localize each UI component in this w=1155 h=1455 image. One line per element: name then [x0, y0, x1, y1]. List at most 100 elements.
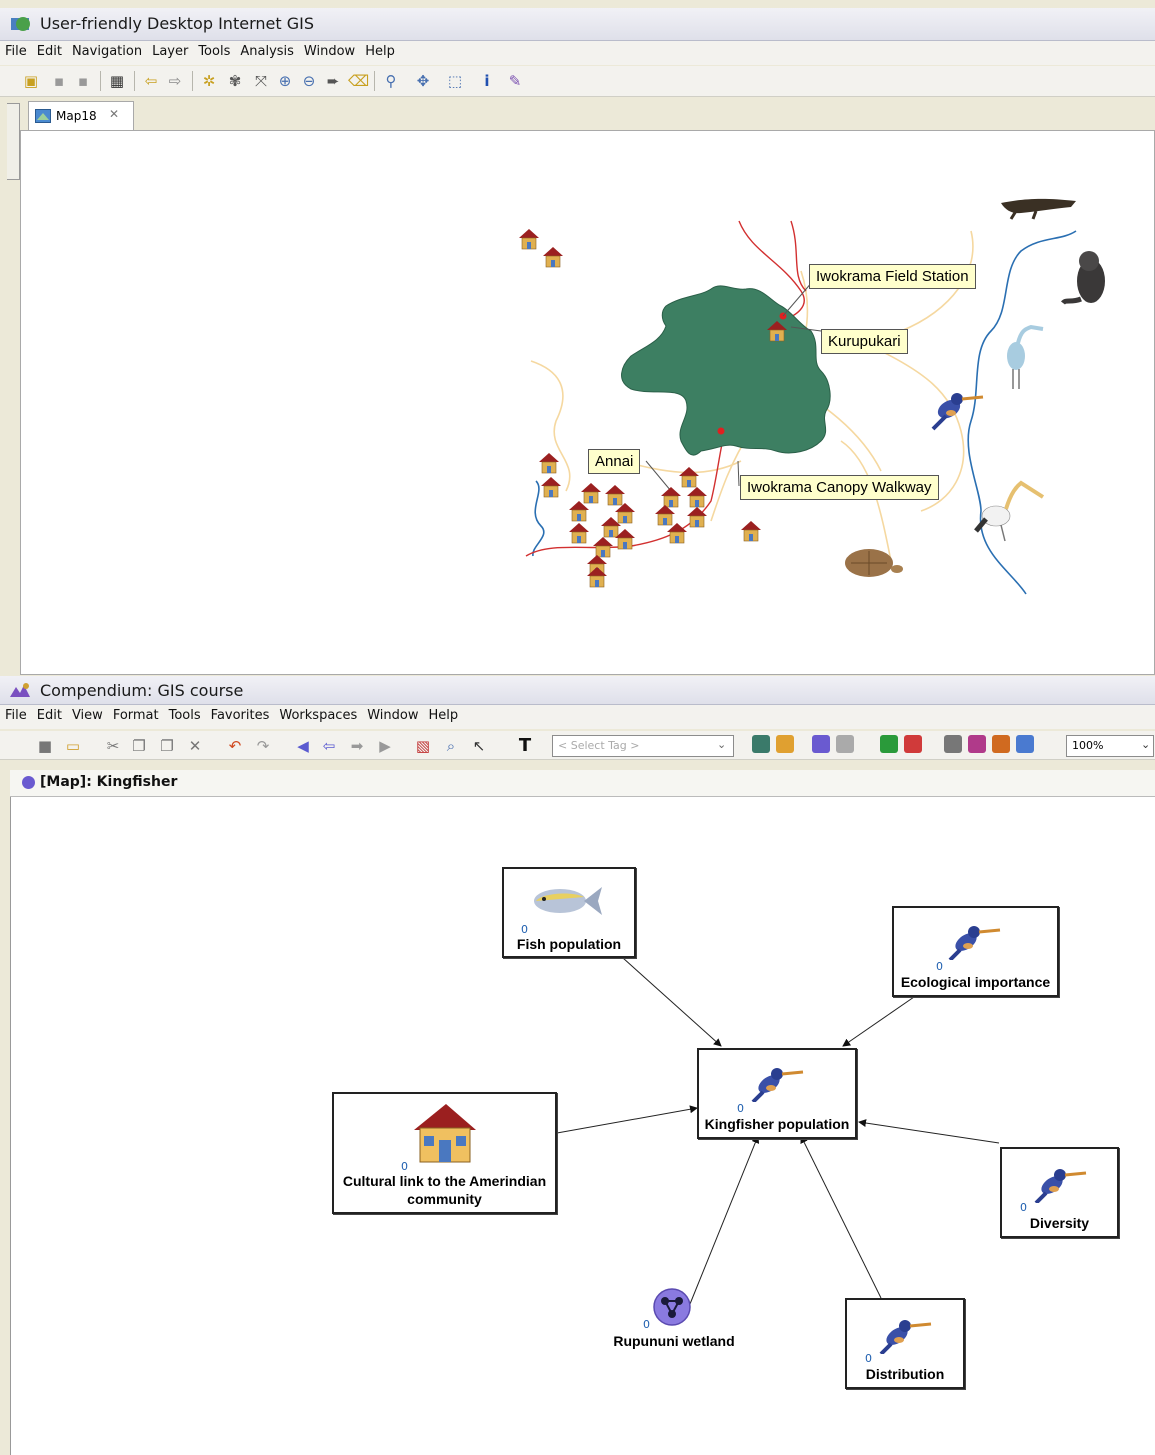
refresh-icon[interactable]: ✲: [200, 72, 218, 90]
node-label: Ecological importance: [900, 974, 1051, 990]
compendium-titlebar: Compendium: GIS course: [0, 676, 1155, 705]
comp-menu-file[interactable]: File: [0, 705, 32, 723]
zoom-out-icon[interactable]: ⊖: [300, 72, 318, 90]
info-icon[interactable]: i: [478, 72, 496, 90]
zoom-in-icon[interactable]: ⊕: [276, 72, 294, 90]
canopy-dot[interactable]: [717, 427, 725, 435]
gis-menu-file[interactable]: File: [0, 41, 32, 59]
decision-node-icon[interactable]: [968, 735, 986, 753]
node-diversity[interactable]: 0 Diversity: [1000, 1147, 1119, 1238]
image-icon[interactable]: ▧: [414, 737, 432, 755]
idea-node-icon[interactable]: [776, 735, 794, 753]
comp-menu-tools[interactable]: Tools: [164, 705, 206, 723]
nav-back-icon[interactable]: ⇦: [320, 737, 338, 755]
gis-menu-help[interactable]: Help: [360, 41, 400, 59]
paste-icon[interactable]: ❐: [158, 737, 176, 755]
map-node-icon[interactable]: [812, 735, 830, 753]
node-label: Diversity: [1029, 1215, 1090, 1231]
label-iwokrama-canopy-walkway[interactable]: Iwokrama Canopy Walkway: [740, 475, 939, 500]
map-title-bar: [Map]: Kingfisher: [10, 770, 1155, 797]
label-kurupukari[interactable]: Kurupukari: [821, 329, 908, 354]
nav-last-icon[interactable]: ▶: [376, 737, 394, 755]
comp-menu-help[interactable]: Help: [424, 705, 464, 723]
comp-menu-view[interactable]: View: [67, 705, 108, 723]
edit-tool-icon[interactable]: ✎: [506, 72, 524, 90]
globe-app-icon: [11, 17, 30, 31]
help-pointer-icon[interactable]: ↖: [470, 737, 488, 755]
gis-titlebar: User-friendly Desktop Internet GIS: [0, 8, 1155, 41]
comp-menu-window[interactable]: Window: [362, 705, 423, 723]
cut-icon[interactable]: ✂: [104, 737, 122, 755]
full-extent-icon[interactable]: ⤧: [252, 72, 270, 90]
note-node-icon[interactable]: [992, 735, 1010, 753]
text-icon[interactable]: T: [516, 737, 534, 755]
fish-icon: [534, 887, 602, 915]
next-icon[interactable]: ➨: [324, 72, 342, 90]
comp-menu-favorites[interactable]: Favorites: [206, 705, 275, 723]
compendium-app-icon: [10, 683, 30, 697]
map-canvas[interactable]: Iwokrama Field Station Kurupukari Annai …: [20, 130, 1155, 675]
con-node-icon[interactable]: [904, 735, 922, 753]
list-node-icon[interactable]: [836, 735, 854, 753]
save-icon[interactable]: ▪: [50, 72, 68, 90]
eraser-icon[interactable]: ⌫: [348, 72, 369, 90]
reference-node-icon[interactable]: [944, 735, 962, 753]
tab-map18[interactable]: Map18 ✕: [28, 101, 134, 131]
new-icon[interactable]: ▣: [22, 72, 40, 90]
find-icon[interactable]: ⌕: [442, 737, 460, 755]
gis-menu-analysis[interactable]: Analysis: [235, 41, 299, 59]
search-icon[interactable]: ⚲: [382, 72, 400, 90]
node-label-line1: Cultural link to the Amerindian: [342, 1173, 547, 1189]
save-all-icon[interactable]: ▪: [74, 72, 92, 90]
node-kingfisher-population[interactable]: 0 Kingfisher population: [697, 1048, 857, 1139]
comp-menu-format[interactable]: Format: [108, 705, 164, 723]
node-count: 0: [521, 923, 528, 936]
node-distribution[interactable]: 0 Distribution: [845, 1298, 965, 1389]
node-ecological-importance[interactable]: 0 Ecological importance: [892, 906, 1059, 997]
back-icon[interactable]: ⇦: [142, 72, 160, 90]
label-iwokrama-field-station[interactable]: Iwokrama Field Station: [809, 264, 976, 289]
question-node-icon[interactable]: [752, 735, 770, 753]
zoom-value: 100%: [1072, 739, 1104, 752]
gis-menu-edit[interactable]: Edit: [32, 41, 67, 59]
nav-first-icon[interactable]: ◀: [294, 737, 312, 755]
redo-icon[interactable]: ↷: [254, 737, 272, 755]
open-icon[interactable]: ■: [36, 737, 54, 755]
properties-icon[interactable]: ▦: [108, 72, 126, 90]
node-fish-population[interactable]: 0 Fish population: [502, 867, 636, 958]
comp-menu-workspaces[interactable]: Workspaces: [274, 705, 362, 723]
pro-node-icon[interactable]: [880, 735, 898, 753]
nav-forward-icon[interactable]: ➡: [348, 737, 366, 755]
kingfisher-icon: [1034, 1169, 1087, 1203]
select-rect-icon[interactable]: ⬚: [446, 72, 464, 90]
gis-menubar: File Edit Navigation Layer Tools Analysis Wind…: [0, 41, 1155, 65]
argument-node-icon[interactable]: [1016, 735, 1034, 753]
undo-icon[interactable]: ↶: [226, 737, 244, 755]
pan-icon[interactable]: ✥: [414, 72, 432, 90]
folder-icon[interactable]: ▭: [64, 737, 82, 755]
node-count: 0: [737, 1102, 744, 1115]
copy-icon[interactable]: ❐: [130, 737, 148, 755]
delete-icon[interactable]: ✕: [186, 737, 204, 755]
side-panel-handle[interactable]: [7, 103, 20, 180]
gis-menu-tools[interactable]: Tools: [193, 41, 235, 59]
node-count: 0: [643, 1318, 650, 1331]
select-tag-dropdown[interactable]: < Select Tag > ⌄: [552, 735, 734, 757]
node-rupununi-wetland[interactable]: 0 Rupununi wetland: [606, 1284, 742, 1354]
forward-icon[interactable]: ⇨: [166, 72, 184, 90]
gis-menu-layer[interactable]: Layer: [147, 41, 193, 59]
gis-menu-navigation[interactable]: Navigation: [67, 41, 147, 59]
compendium-menubar: File Edit View Format Tools Favorites Workspac…: [0, 705, 1155, 729]
zoom-dropdown[interactable]: 100% ⌄: [1066, 735, 1154, 757]
label-annai[interactable]: Annai: [588, 449, 641, 474]
node-cultural-link[interactable]: 0 Cultural link to the Amerindian commun…: [332, 1092, 557, 1214]
node-count: 0: [1020, 1201, 1027, 1214]
pelican-icon: [974, 480, 1045, 542]
node-label: Fish population: [516, 936, 622, 952]
tab-close-icon[interactable]: ✕: [109, 107, 119, 121]
gis-window-title: User-friendly Desktop Internet GIS: [40, 14, 314, 33]
comp-menu-edit[interactable]: Edit: [32, 705, 67, 723]
gis-menu-window[interactable]: Window: [299, 41, 360, 59]
map-tab-icon: [35, 109, 51, 123]
layers-icon[interactable]: ✾: [226, 72, 244, 90]
